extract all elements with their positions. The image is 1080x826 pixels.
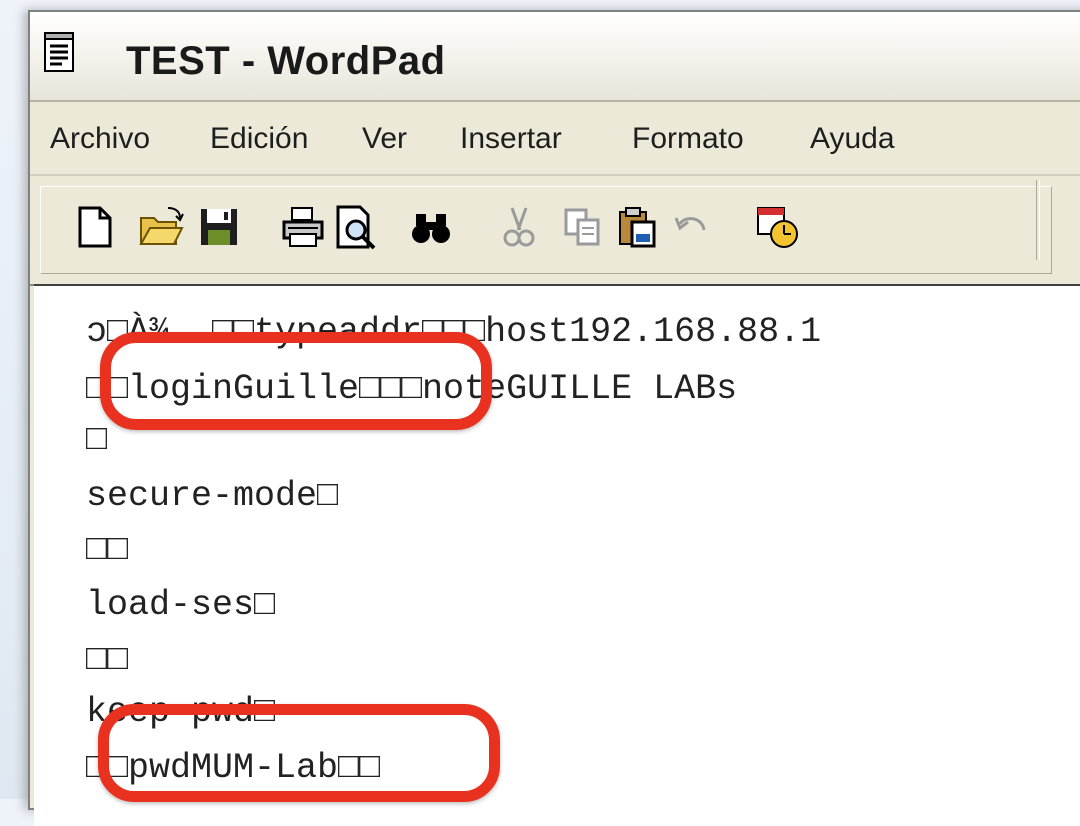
- menu-ver[interactable]: Ver: [362, 122, 407, 156]
- password-highlight-annotation: [98, 704, 500, 802]
- wordpad-document-icon[interactable]: [44, 32, 74, 72]
- document-line: □: [86, 420, 108, 460]
- toolbar-separator: [1036, 180, 1040, 260]
- document-line: secure-mode□: [86, 476, 339, 516]
- paste-icon[interactable]: [614, 204, 660, 250]
- login-highlight-annotation: [100, 332, 492, 430]
- menu-edicion[interactable]: Edición: [210, 122, 308, 156]
- find-binoculars-icon[interactable]: [408, 204, 454, 250]
- document-line: □□: [86, 640, 129, 680]
- date-time-icon[interactable]: [754, 204, 800, 250]
- print-icon[interactable]: [280, 204, 326, 250]
- copy-icon[interactable]: [560, 204, 606, 250]
- menu-insertar[interactable]: Insertar: [460, 122, 562, 156]
- print-preview-icon[interactable]: [332, 204, 378, 250]
- toolbar-band: [40, 186, 1052, 274]
- menu-archivo[interactable]: Archivo: [50, 122, 150, 156]
- menu-bar: Archivo Edición Ver Insertar Formato Ayu…: [30, 102, 1080, 176]
- document-line: □□: [86, 530, 129, 570]
- save-disk-icon[interactable]: [196, 204, 242, 250]
- toolbar: [30, 176, 1080, 286]
- document-line: load-ses□: [86, 585, 276, 625]
- undo-icon[interactable]: [668, 204, 714, 250]
- cut-scissors-icon[interactable]: [496, 204, 542, 250]
- title-bar: TEST - WordPad: [30, 12, 1080, 102]
- menu-ayuda[interactable]: Ayuda: [810, 122, 895, 156]
- open-folder-icon[interactable]: [138, 204, 184, 250]
- menu-formato[interactable]: Formato: [632, 122, 744, 156]
- new-document-icon[interactable]: [72, 204, 118, 250]
- window-title: TEST - WordPad: [126, 39, 446, 83]
